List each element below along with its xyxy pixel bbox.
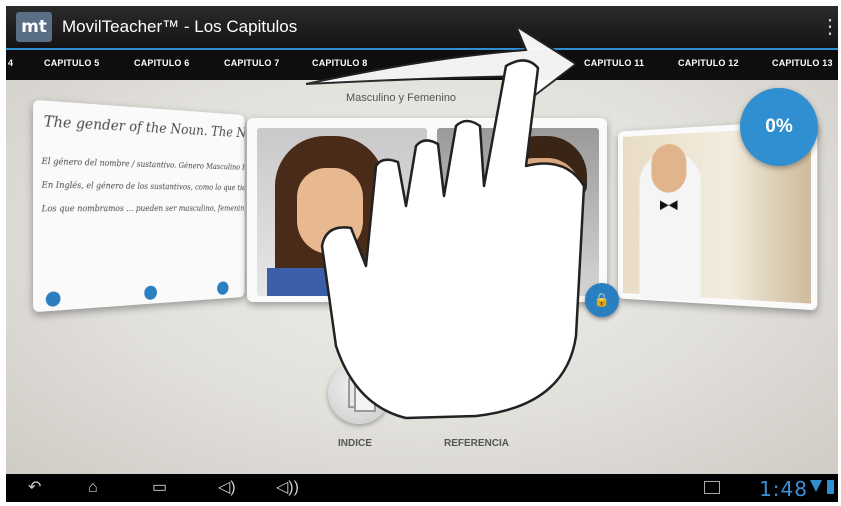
screenshot-icon[interactable] [704, 481, 720, 494]
audio-dot-icon[interactable] [45, 291, 61, 308]
volume-up-icon[interactable]: ◁)) [276, 478, 299, 498]
action-bar: mt MovilTeacher™ - Los Capitulos ⋮ [6, 6, 838, 48]
app-title: MovilTeacher™ - Los Capitulos [62, 17, 298, 36]
index-label[interactable]: INDICE [338, 438, 372, 449]
progress-badge: 0% [740, 88, 818, 166]
chapter-tab-strip[interactable]: 4 CAPITULO 5 CAPITULO 6 CAPITULO 7 CAPIT… [6, 48, 838, 80]
wifi-icon [810, 480, 822, 492]
lesson-card-previous[interactable]: The gender of the Noun. The Noun El géne… [33, 99, 245, 313]
document-stack-icon [354, 384, 376, 412]
lesson-card-current[interactable] [247, 118, 607, 302]
index-button[interactable] [328, 362, 390, 424]
tab-chapter-8[interactable]: CAPITULO 8 [312, 58, 368, 68]
tab-chapter-11[interactable]: CAPITULO 11 [584, 58, 644, 68]
system-nav-bar: ↶ ⌂ ▭ ◁) ◁)) 1:48 [6, 474, 838, 502]
volume-down-icon[interactable]: ◁) [218, 478, 236, 498]
woman-photo [257, 128, 427, 296]
lock-icon[interactable]: 🔒 [585, 283, 619, 317]
lesson-card-line: Los que nombramos ... pueden ser masculi… [41, 203, 245, 214]
lesson-card-line: En Inglés, el género de los sustantivos,… [41, 180, 245, 193]
tab-chapter-6[interactable]: CAPITULO 6 [134, 58, 190, 68]
audio-dot-icon[interactable] [217, 281, 229, 296]
waiter-head [651, 143, 687, 193]
recent-apps-icon[interactable]: ▭ [152, 478, 167, 498]
lesson-card-heading: The gender of the Noun. The Noun [43, 113, 245, 143]
home-icon[interactable]: ⌂ [88, 478, 98, 498]
man-photo [437, 128, 599, 296]
back-icon[interactable]: ↶ [28, 478, 41, 498]
audio-dot-icon[interactable] [144, 285, 157, 301]
tab-chapter-5[interactable]: CAPITULO 5 [44, 58, 100, 68]
reference-label[interactable]: REFERENCIA [444, 438, 509, 449]
lesson-carousel[interactable]: Masculino y Femenino The gender of the N… [6, 80, 838, 474]
man-face [501, 158, 581, 256]
tab-chapter-4[interactable]: 4 [8, 58, 13, 68]
woman-face [297, 168, 363, 254]
app-logo-icon[interactable]: mt [16, 12, 52, 42]
woman-shirt [267, 268, 387, 296]
battery-icon [827, 480, 834, 494]
tablet-screen: mt MovilTeacher™ - Los Capitulos ⋮ 4 CAP… [6, 6, 838, 502]
overflow-menu-icon[interactable]: ⋮ [820, 16, 838, 38]
lesson-card-line: El género del nombre / sustantivo. Géner… [41, 156, 245, 173]
clock: 1:48 [759, 477, 808, 501]
tab-chapter-7[interactable]: CAPITULO 7 [224, 58, 280, 68]
tab-chapter-13[interactable]: CAPITULO 13 [772, 58, 833, 68]
tab-chapter-12[interactable]: CAPITULO 12 [678, 58, 739, 68]
lesson-title: Masculino y Femenino [346, 92, 457, 104]
